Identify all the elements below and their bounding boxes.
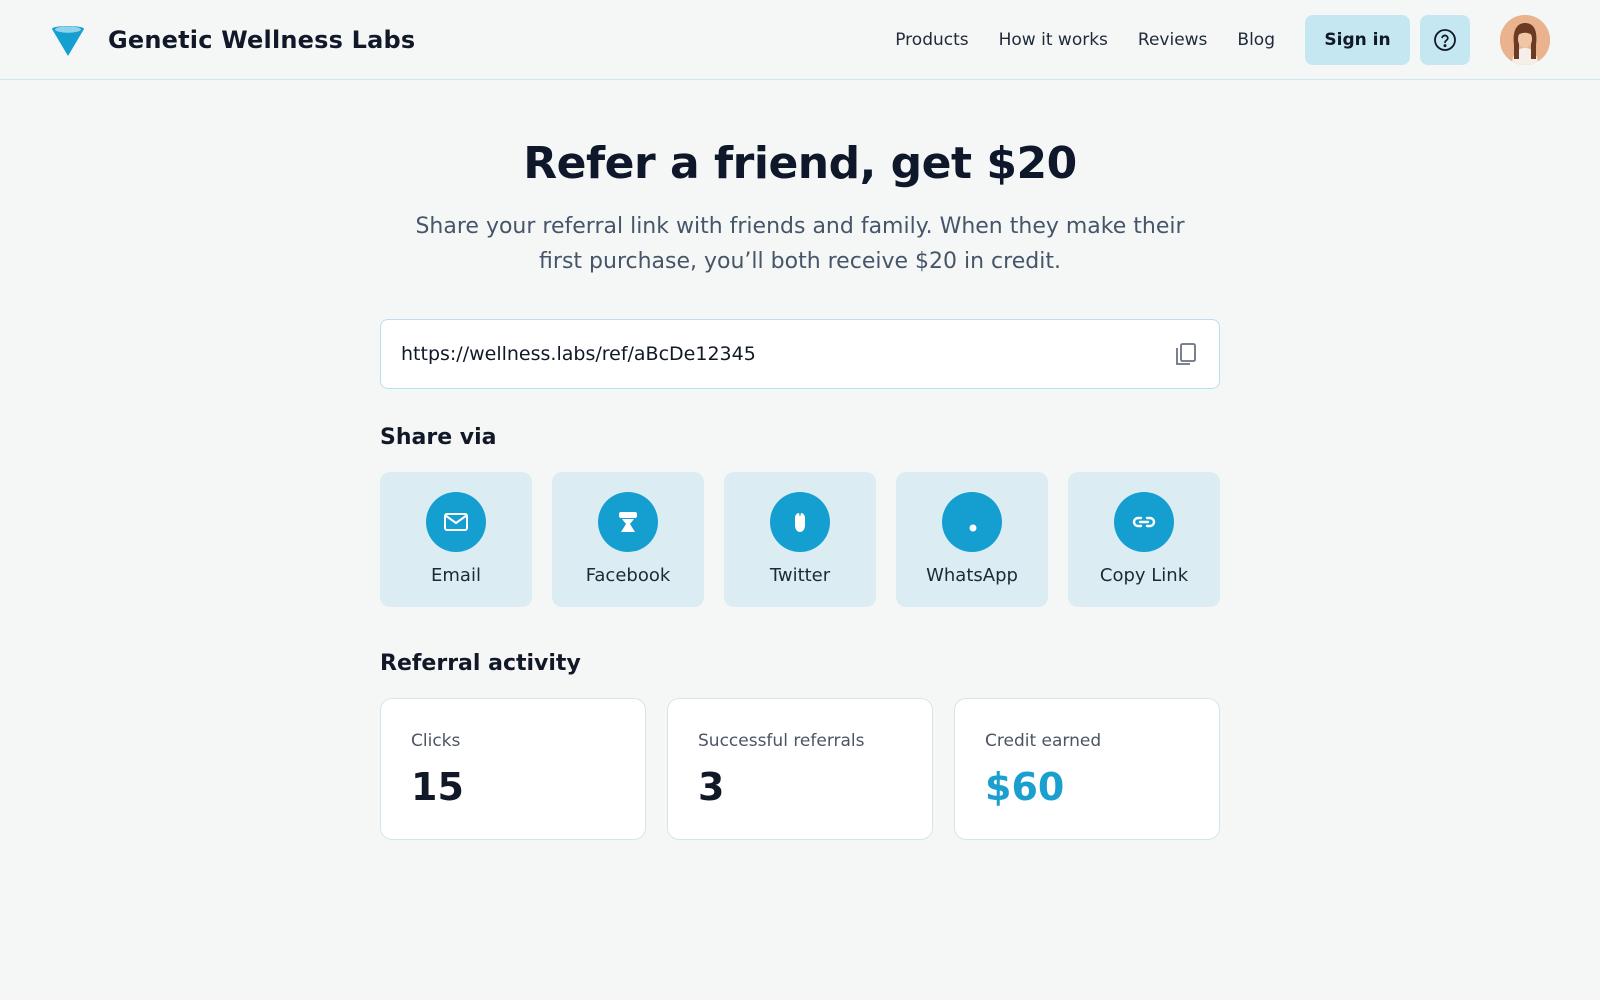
share-twitter-circle [770, 492, 830, 552]
referral-link-input[interactable] [401, 343, 1173, 365]
stat-card-clicks: Clicks 15 [380, 698, 646, 840]
cone-logo-icon [52, 25, 84, 56]
question-circle-icon [1434, 28, 1456, 51]
share-twitter-button[interactable]: Twitter [724, 472, 876, 607]
brand[interactable]: Genetic Wellness Labs [50, 22, 415, 58]
share-whatsapp-button[interactable]: WhatsApp [896, 472, 1048, 607]
copy-icon[interactable] [1173, 341, 1199, 367]
nav-link-blog[interactable]: Blog [1237, 30, 1275, 50]
top-header: Genetic Wellness Labs Products How it wo… [0, 0, 1600, 80]
share-whatsapp-circle [942, 492, 1002, 552]
envelope-icon [444, 513, 468, 531]
share-copy-link-circle [1114, 492, 1174, 552]
twitter-icon [795, 513, 805, 532]
nav-link-how-it-works[interactable]: How it works [999, 30, 1108, 50]
stat-value: 15 [411, 765, 464, 809]
share-facebook-button[interactable]: Facebook [552, 472, 704, 607]
share-copy-link-button[interactable]: Copy Link [1068, 472, 1220, 607]
share-facebook-circle [598, 492, 658, 552]
sign-in-button[interactable]: Sign in [1305, 14, 1410, 65]
page-subtitle: Share your referral link with friends an… [415, 214, 1185, 274]
facebook-icon [619, 512, 637, 532]
referral-page: Refer a friend, get $20 Share your refer… [380, 80, 1220, 840]
stat-label: Credit earned [985, 731, 1102, 751]
brand-name: Genetic Wellness Labs [108, 25, 416, 54]
referral-link-field[interactable] [380, 319, 1220, 389]
stat-card-credit-earned: Credit earned $60 [954, 698, 1220, 840]
share-twitter-label: Twitter [769, 565, 831, 586]
stat-card-successful-referrals: Successful referrals 3 [667, 698, 933, 840]
stat-value: $60 [985, 765, 1065, 809]
share-email-label: Email [431, 565, 481, 586]
user-avatar[interactable] [1500, 14, 1550, 65]
help-button[interactable] [1420, 14, 1470, 65]
activity-section-title: Referral activity [380, 651, 581, 676]
activity-stats: Clicks 15 Successful referrals 3 Credit … [380, 698, 1220, 840]
stat-value: 3 [698, 765, 725, 809]
nav-link-products[interactable]: Products [895, 30, 968, 50]
link-icon [1132, 516, 1156, 528]
share-email-circle [426, 492, 486, 552]
share-section-title: Share via [380, 425, 497, 450]
share-copy-link-label: Copy Link [1099, 565, 1189, 586]
share-options: Email Facebook Twitter WhatsApp Copy Lin… [380, 472, 1220, 607]
stat-label: Successful referrals [698, 731, 865, 751]
whatsapp-icon [969, 524, 977, 532]
stat-label: Clicks [411, 731, 461, 751]
share-whatsapp-label: WhatsApp [926, 565, 1018, 586]
main-nav: Products How it works Reviews Blog Sign … [895, 14, 1550, 65]
page-title: Refer a friend, get $20 [523, 138, 1077, 189]
share-email-button[interactable]: Email [380, 472, 532, 607]
share-facebook-label: Facebook [585, 565, 671, 586]
nav-link-reviews[interactable]: Reviews [1138, 30, 1208, 50]
